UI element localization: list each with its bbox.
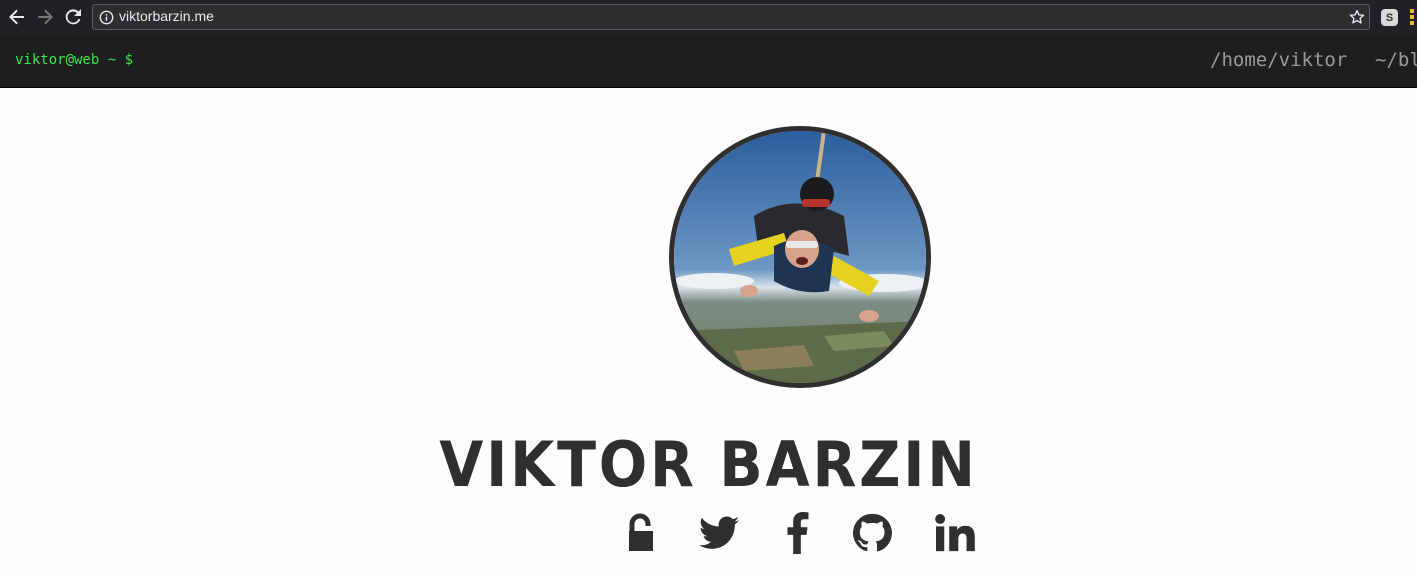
profile-name: VIKTOR BARZIN [439, 428, 978, 501]
forward-arrow-icon[interactable] [33, 5, 57, 29]
menu-icon[interactable] [1410, 9, 1416, 27]
lock-icon[interactable] [622, 510, 660, 556]
star-icon[interactable] [1349, 9, 1365, 29]
reload-icon[interactable] [61, 5, 85, 29]
url-text[interactable]: viktorbarzin.me [119, 8, 214, 24]
browser-toolbar: viktorbarzin.me S [0, 0, 1417, 35]
linkedin-icon[interactable] [934, 510, 976, 556]
avatar [669, 126, 931, 388]
site-header: viktor@web ~ $ /home/viktor ~/bl [0, 35, 1417, 88]
nav-link-blog[interactable]: ~/bl [1375, 49, 1417, 71]
address-bar[interactable]: viktorbarzin.me [92, 4, 1370, 30]
extension-icon[interactable]: S [1381, 9, 1398, 26]
github-icon[interactable] [851, 510, 893, 556]
back-arrow-icon[interactable] [5, 5, 29, 29]
info-icon[interactable] [99, 10, 114, 29]
nav-link-home[interactable]: /home/viktor [1210, 49, 1347, 71]
facebook-icon[interactable] [783, 510, 811, 556]
terminal-prompt: viktor@web ~ $ [15, 52, 134, 68]
twitter-icon[interactable] [698, 510, 740, 556]
